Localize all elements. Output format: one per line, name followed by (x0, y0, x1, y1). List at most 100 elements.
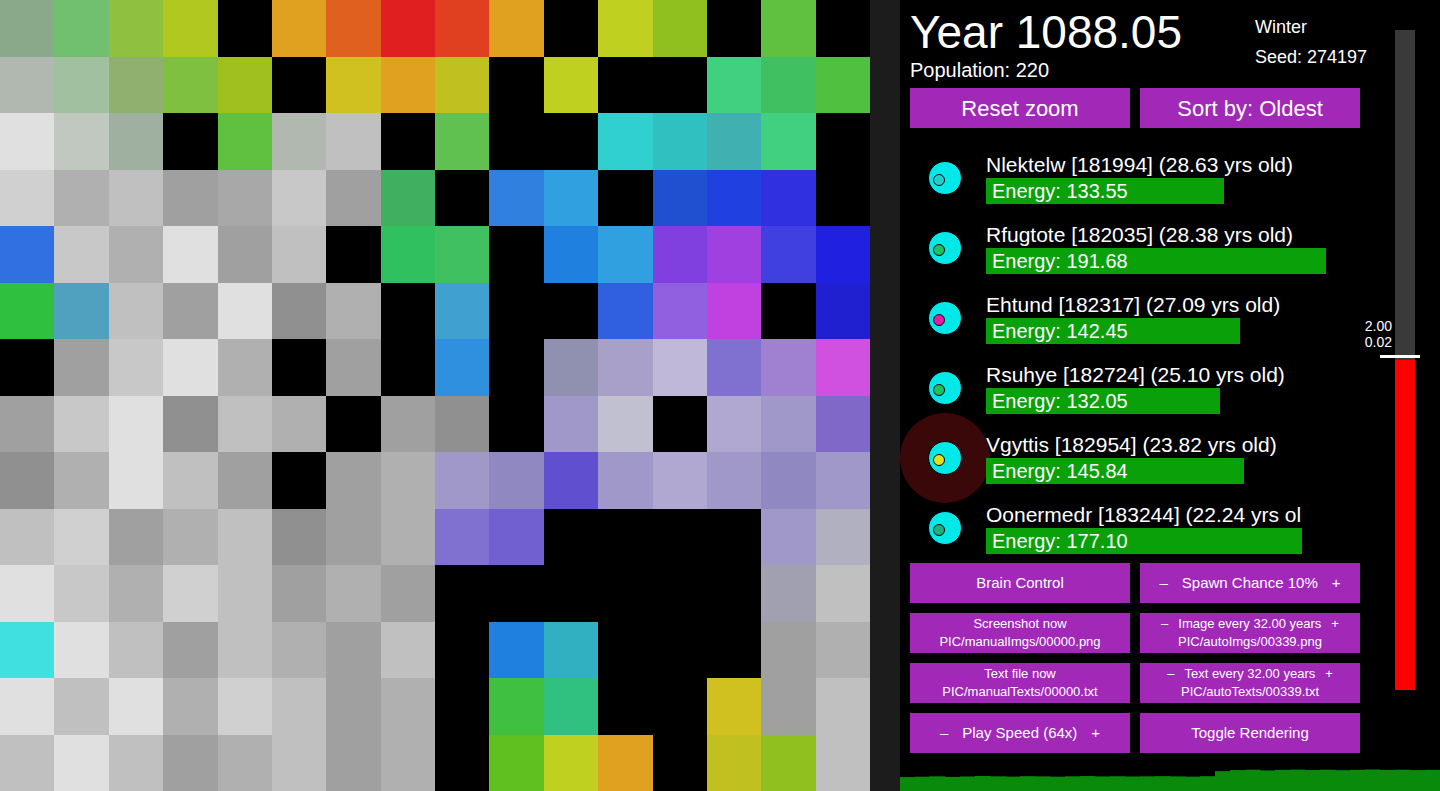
control-grid: Brain Control–Spawn Chance 10%+Screensho… (910, 563, 1360, 753)
map-tile (489, 678, 543, 735)
gauge (1395, 30, 1415, 690)
map-tile (653, 452, 707, 509)
map-tile (272, 0, 326, 57)
map-tile (435, 339, 489, 396)
creature-body-icon (928, 441, 962, 475)
creature-row[interactable]: Rsuhye [182724] (25.10 yrs old)Energy: 1… (910, 353, 1390, 423)
map-tile (653, 509, 707, 566)
map-tile (272, 339, 326, 396)
map-tile (326, 113, 380, 170)
map-tile (707, 565, 761, 622)
plus-button[interactable]: + (1331, 615, 1339, 633)
map-tile (761, 509, 815, 566)
control-button[interactable]: Brain Control (910, 563, 1130, 603)
map-tile (707, 452, 761, 509)
map-tile (109, 509, 163, 566)
map-tile (54, 339, 108, 396)
creature-row[interactable]: Nlektelw [181994] (28.63 yrs old)Energy:… (910, 143, 1390, 213)
map-tile (54, 452, 108, 509)
map-tile (326, 283, 380, 340)
map-tile (707, 339, 761, 396)
graph-bar (1125, 777, 1141, 791)
stepper-button[interactable]: –Spawn Chance 10%+ (1140, 563, 1360, 603)
minus-button[interactable]: – (1159, 572, 1167, 595)
plus-button[interactable]: + (1332, 572, 1341, 595)
map-tile (0, 565, 54, 622)
plus-button[interactable]: + (1325, 665, 1333, 683)
map-tile (272, 57, 326, 114)
map-tile (0, 226, 54, 283)
control-path: PIC/manualTexts/00000.txt (942, 683, 1097, 701)
map-tile (0, 509, 54, 566)
plus-button[interactable]: + (1091, 722, 1100, 745)
map-tile (54, 226, 108, 283)
world-map[interactable] (0, 0, 870, 791)
map-tile (381, 113, 435, 170)
map-tile (653, 735, 707, 791)
map-tile (0, 396, 54, 453)
map-tile (761, 113, 815, 170)
creature-mouth-icon (933, 454, 945, 466)
map-tile (163, 57, 217, 114)
map-tile (109, 396, 163, 453)
map-tile (761, 565, 815, 622)
map-tile (489, 396, 543, 453)
map-tile (163, 622, 217, 679)
map-tile (816, 735, 870, 791)
control-button[interactable]: Toggle Rendering (1140, 713, 1360, 753)
map-tile (489, 339, 543, 396)
map-tile (707, 678, 761, 735)
map-tile (163, 735, 217, 791)
creature-row[interactable]: Oonermedr [183244] (22.24 yrs olEnergy: … (910, 493, 1390, 563)
map-tile (381, 452, 435, 509)
top-button[interactable]: Reset zoom (910, 88, 1130, 128)
map-tile (653, 170, 707, 227)
stepper-button[interactable]: –Image every 32.00 years+PIC/autoImgs/00… (1140, 613, 1360, 653)
minus-button[interactable]: – (940, 722, 948, 745)
map-tile (326, 226, 380, 283)
stepper-button[interactable]: –Text every 32.00 years+PIC/autoTexts/00… (1140, 663, 1360, 703)
map-tile (163, 678, 217, 735)
map-tile (163, 396, 217, 453)
map-tile (435, 452, 489, 509)
creature-row[interactable]: Rfugtote [182035] (28.38 yrs old)Energy:… (910, 213, 1390, 283)
energy-track: Energy: 142.45 (986, 318, 1396, 344)
map-tile (326, 678, 380, 735)
graph-bar (1110, 776, 1126, 791)
energy-track: Energy: 133.55 (986, 178, 1396, 204)
map-tile (435, 57, 489, 114)
map-tile (272, 735, 326, 791)
top-button[interactable]: Sort by: Oldest (1140, 88, 1360, 128)
map-tile (761, 452, 815, 509)
minus-button[interactable]: – (1161, 615, 1168, 633)
map-tile (381, 170, 435, 227)
map-tile (109, 113, 163, 170)
stepper-button[interactable]: –Play Speed (64x)+ (910, 713, 1130, 753)
energy-track: Energy: 191.68 (986, 248, 1396, 274)
map-tile (653, 283, 707, 340)
map-tile (653, 226, 707, 283)
map-tile (707, 170, 761, 227)
map-tile (54, 565, 108, 622)
map-tile (707, 57, 761, 114)
map-tile (761, 283, 815, 340)
minus-button[interactable]: – (1167, 665, 1174, 683)
map-tile (272, 622, 326, 679)
map-tile (326, 622, 380, 679)
map-tile (489, 565, 543, 622)
control-button[interactable]: Screenshot nowPIC/manualImgs/00000.png (910, 613, 1130, 653)
map-tile (326, 565, 380, 622)
map-tile (0, 283, 54, 340)
map-tile (816, 396, 870, 453)
control-button[interactable]: Text file nowPIC/manualTexts/00000.txt (910, 663, 1130, 703)
creature-row[interactable]: Vgyttis [182954] (23.82 yrs old)Energy: … (910, 423, 1390, 493)
map-tile (0, 170, 54, 227)
map-tile (816, 283, 870, 340)
map-tile (272, 509, 326, 566)
map-tile (54, 283, 108, 340)
graph-bar (1350, 770, 1366, 791)
map-tile (326, 0, 380, 57)
creature-row[interactable]: Ehtund [182317] (27.09 yrs old)Energy: 1… (910, 283, 1390, 353)
map-tile (326, 339, 380, 396)
graph-bar (1005, 777, 1021, 791)
